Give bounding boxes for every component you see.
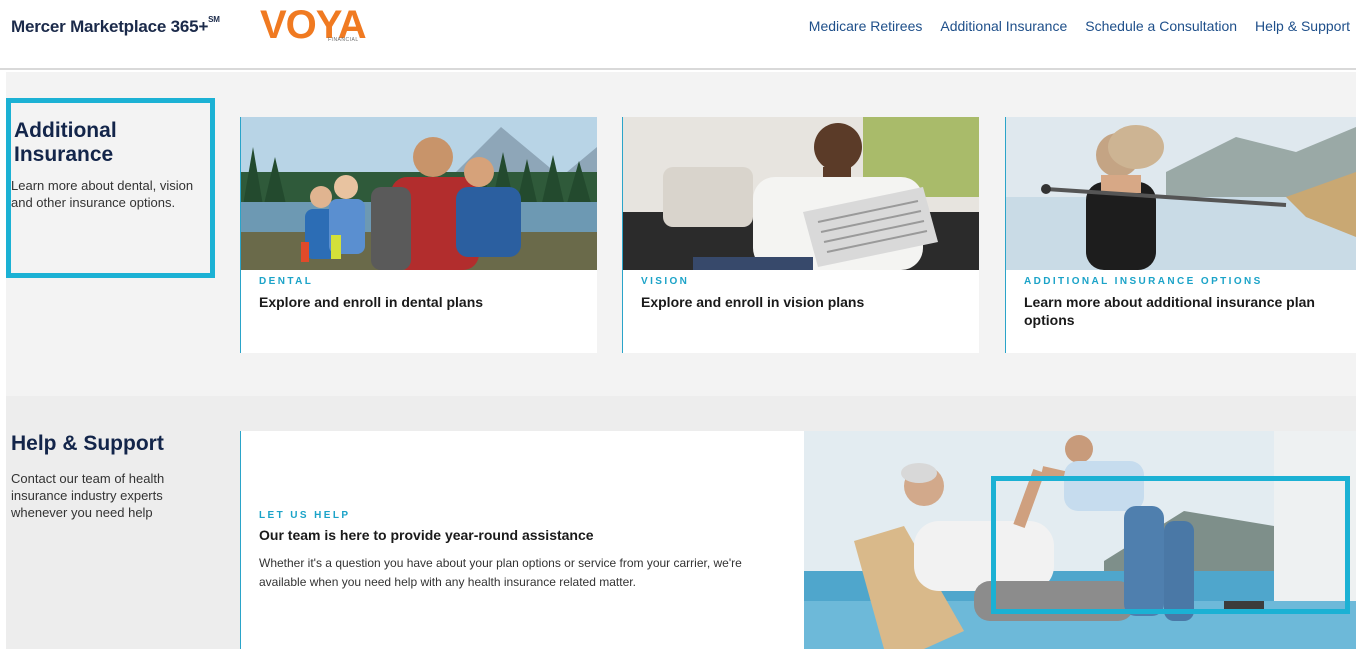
- card-title[interactable]: Learn more about additional insurance pl…: [1024, 293, 1344, 329]
- help-support-intro: Help & Support Contact our team of healt…: [11, 432, 211, 521]
- nav-schedule-consultation[interactable]: Schedule a Consultation: [1085, 18, 1237, 34]
- section-description: Contact our team of health insurance ind…: [11, 471, 165, 520]
- man-newspaper-photo: [623, 117, 979, 270]
- additional-options-card[interactable]: ADDITIONAL INSURANCE OPTIONS Learn more …: [1005, 117, 1356, 353]
- family-lake-photo: [241, 117, 597, 270]
- card-eyebrow: VISION: [641, 276, 690, 287]
- site-brand[interactable]: Mercer Marketplace 365+SM: [11, 15, 220, 37]
- card-eyebrow: ADDITIONAL INSURANCE OPTIONS: [1024, 276, 1263, 287]
- nav-help-support[interactable]: Help & Support: [1255, 18, 1350, 34]
- service-mark: SM: [208, 15, 220, 24]
- panel-title: Our team is here to provide year-round a…: [259, 527, 594, 543]
- image-highlight-box: [991, 476, 1350, 614]
- site-header: Mercer Marketplace 365+SM VOYA FINANCIAL…: [0, 0, 1356, 70]
- section-title: Help & Support: [11, 432, 164, 455]
- card-eyebrow: DENTAL: [259, 276, 314, 287]
- voya-logo[interactable]: VOYA FINANCIAL: [260, 4, 370, 46]
- woman-paddle-photo: [1006, 117, 1356, 270]
- panel-eyebrow: LET US HELP: [259, 510, 351, 521]
- nav-medicare-retirees[interactable]: Medicare Retirees: [809, 18, 923, 34]
- top-nav: Medicare Retirees Additional Insurance S…: [809, 18, 1350, 34]
- panel-text: Whether it's a question you have about y…: [259, 556, 742, 589]
- section-title: Additional Insurance: [14, 119, 117, 166]
- help-panel: LET US HELP Our team is here to provide …: [240, 431, 804, 649]
- nav-additional-insurance[interactable]: Additional Insurance: [940, 18, 1067, 34]
- vision-card[interactable]: VISION Explore and enroll in vision plan…: [622, 117, 979, 353]
- card-title[interactable]: Explore and enroll in vision plans: [641, 293, 971, 311]
- voya-logo-sub: FINANCIAL: [328, 37, 359, 43]
- brand-name: Mercer Marketplace 365+: [11, 17, 209, 36]
- card-title[interactable]: Explore and enroll in dental plans: [259, 293, 589, 311]
- dental-card[interactable]: DENTAL Explore and enroll in dental plan…: [240, 117, 597, 353]
- section-description: Learn more about dental, vision and othe…: [11, 178, 194, 210]
- additional-insurance-intro: Additional Insurance Learn more about de…: [6, 98, 215, 278]
